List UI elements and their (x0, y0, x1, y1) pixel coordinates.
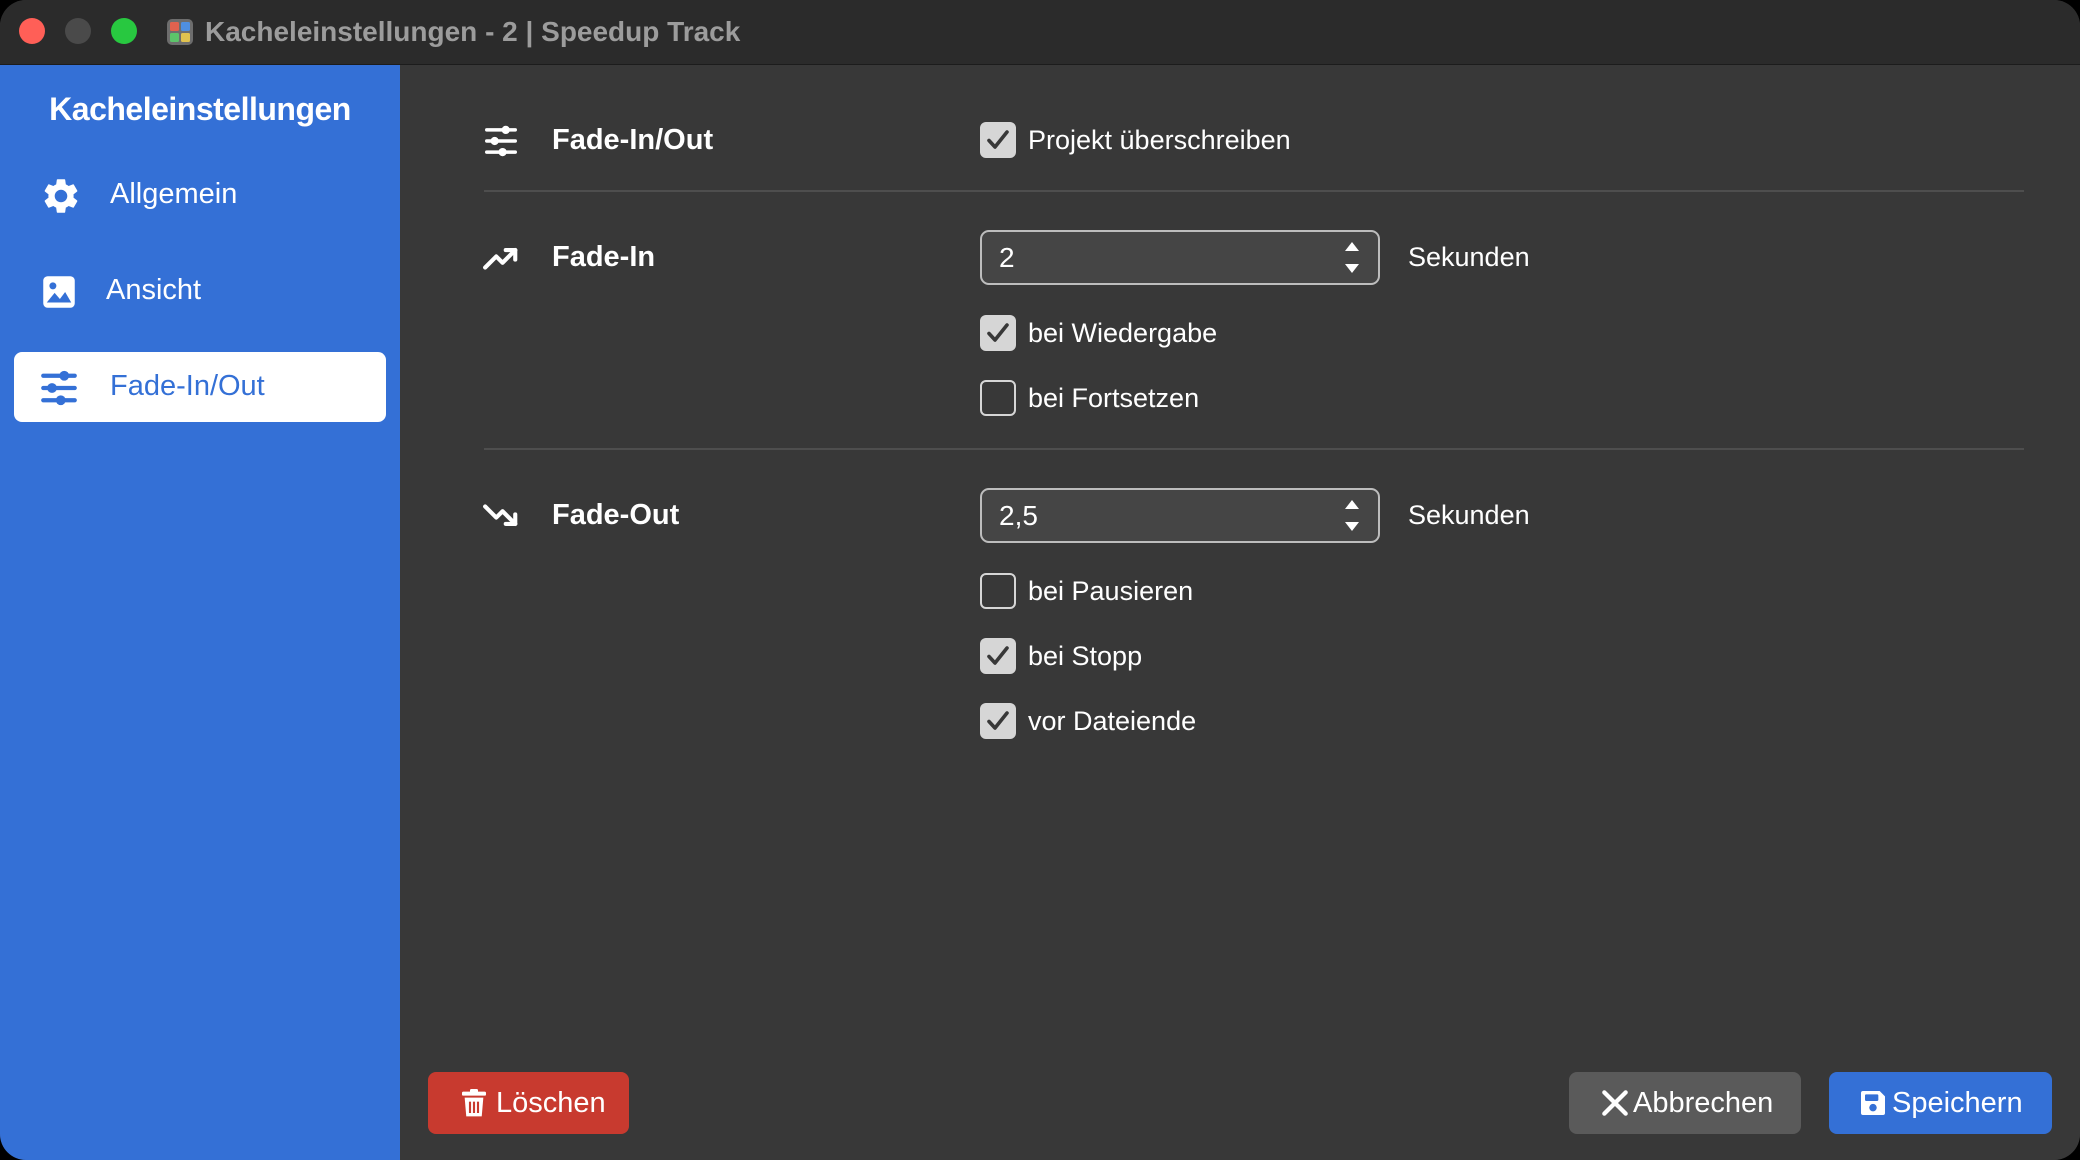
fade-out-on-pause-checkbox[interactable] (980, 573, 1016, 609)
save-icon (1861, 1091, 1885, 1115)
tiles-app-icon (167, 19, 193, 45)
cancel-button-label: Abbrechen (1633, 1087, 1774, 1119)
sidebar-item-label: Allgemein (110, 178, 238, 210)
minimize-window-button[interactable] (65, 18, 91, 44)
settings-window: Kacheleinstellungen - 2 | Speedup Track … (0, 0, 2080, 1160)
cancel-button[interactable]: Abbrechen (1569, 1072, 1801, 1134)
override-project-label: Projekt überschreiben (1028, 125, 1291, 155)
sidebar-item-ansicht[interactable]: Ansicht (14, 256, 386, 326)
window-title: Kacheleinstellungen - 2 | Speedup Track (205, 16, 741, 47)
override-project-checkbox[interactable] (980, 122, 1016, 158)
sliders-icon (485, 125, 517, 157)
close-window-button[interactable] (19, 18, 45, 44)
spin-up-arrow-icon[interactable] (1340, 494, 1364, 514)
sidebar-item-label: Ansicht (106, 274, 202, 306)
fade-in-on-resume-checkbox[interactable] (980, 380, 1016, 416)
gear-icon (44, 179, 78, 213)
sidebar-item-fade-inout[interactable]: Fade-In/Out (14, 352, 386, 422)
section-divider (484, 448, 2024, 450)
fade-in-on-play-checkbox[interactable] (980, 315, 1016, 351)
fade-out-on-stop-checkbox[interactable] (980, 638, 1016, 674)
fade-out-unit-label: Sekunden (1408, 500, 1530, 530)
fade-out-before-end-label: vor Dateiende (1028, 706, 1197, 736)
trending-down-icon (483, 504, 518, 526)
fade-out-duration-input[interactable] (999, 499, 1319, 533)
trash-icon (462, 1089, 486, 1117)
fade-in-on-resume-label: bei Fortsetzen (1028, 383, 1200, 413)
fade-in-duration-input[interactable] (999, 241, 1319, 275)
spin-down-arrow-icon[interactable] (1340, 259, 1364, 279)
sidebar-item-label: Fade-In/Out (110, 370, 265, 402)
fade-in-on-play-label: bei Wiedergabe (1028, 318, 1218, 348)
image-icon (43, 276, 75, 308)
checkmark-icon (987, 323, 1009, 342)
delete-button-label: Löschen (496, 1087, 606, 1119)
checkmark-icon (987, 130, 1009, 149)
fade-out-on-stop-label: bei Stopp (1028, 641, 1143, 671)
sliders-icon (41, 370, 77, 406)
section-title-fade-inout: Fade-In/Out (552, 124, 714, 156)
settings-content: Fade-In/Out Projekt überschreiben Fade-I… (400, 65, 2080, 1160)
section-title-fade-out: Fade-Out (552, 499, 680, 531)
fade-in-unit-label: Sekunden (1408, 242, 1530, 272)
save-button-label: Speichern (1892, 1087, 2023, 1119)
checkmark-icon (987, 646, 1009, 665)
checkmark-icon (987, 711, 1009, 730)
section-divider (484, 190, 2024, 192)
spin-down-arrow-icon[interactable] (1340, 517, 1364, 537)
close-icon (1602, 1090, 1628, 1116)
title-bar: Kacheleinstellungen - 2 | Speedup Track (0, 0, 2080, 65)
sidebar-item-allgemein[interactable]: Allgemein (14, 160, 386, 230)
spin-up-arrow-icon[interactable] (1340, 236, 1364, 256)
save-button[interactable]: Speichern (1829, 1072, 2052, 1134)
fade-out-on-pause-label: bei Pausieren (1028, 576, 1194, 606)
fade-out-duration-spinbox[interactable] (980, 488, 1380, 543)
section-title-fade-in: Fade-In (552, 241, 656, 273)
zoom-window-button[interactable] (111, 18, 137, 44)
sidebar-title: Kacheleinstellungen (49, 91, 351, 127)
sidebar: Kacheleinstellungen Allgemein Ansicht Fa… (0, 65, 400, 1160)
delete-button[interactable]: Löschen (428, 1072, 629, 1134)
fade-in-duration-spinbox[interactable] (980, 230, 1380, 285)
trending-up-icon (483, 248, 518, 270)
fade-out-before-end-checkbox[interactable] (980, 703, 1016, 739)
